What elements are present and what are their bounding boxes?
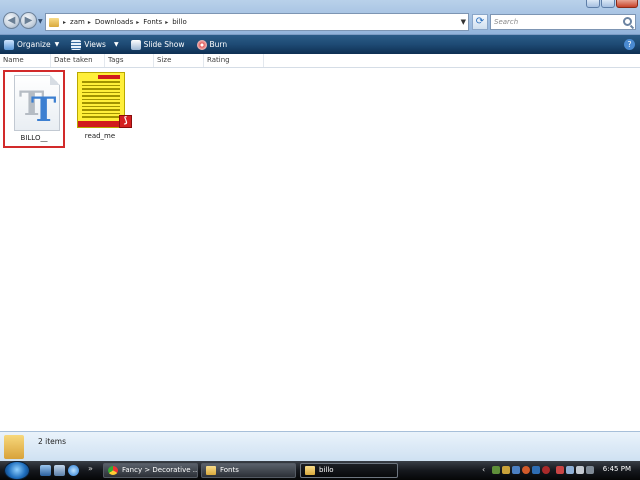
navigation-bar: ◀ ▶ ▼ ▸ zam ▸ Downloads ▸ Fonts ▸ billo … [0,0,640,35]
organize-icon [4,39,14,50]
slideshow-button[interactable]: Slide Show [130,39,185,50]
back-button[interactable]: ◀ [3,12,20,29]
taskbar-button-label: Fancy > Decorative ... [122,466,198,474]
folder-icon [4,435,24,459]
switch-windows-icon[interactable] [54,465,65,476]
chevron-right-icon[interactable]: ▸ [63,19,66,26]
acrobat-icon: ⟆ [119,115,132,128]
taskbar-button-fancy[interactable]: Fancy > Decorative ... [103,463,198,478]
column-header-size[interactable]: Size [154,54,204,67]
network-icon[interactable] [566,466,574,474]
views-label: Views [84,40,106,49]
quick-launch-expand-icon[interactable]: » [88,464,93,473]
slideshow-icon [130,39,141,50]
column-header-date-taken[interactable]: Date taken [51,54,105,67]
search-placeholder: Search [494,18,519,26]
folder-icon [206,466,216,475]
file-item-read-me[interactable]: ⟆ read_me [69,70,132,148]
internet-explorer-icon[interactable] [68,465,79,476]
tray-icon[interactable] [512,466,520,474]
tray-icon[interactable] [542,466,550,474]
organize-label: Organize [17,40,51,49]
taskbar-button-label: billo [319,466,334,474]
breadcrumb-downloads[interactable]: Downloads [95,18,133,26]
refresh-button[interactable]: ⟳ [472,14,488,30]
tray-expand-icon[interactable]: ‹ [482,465,485,474]
details-pane: 2 items [0,431,640,461]
taskbar: » Fancy > Decorative ... Fonts billo ‹ 6… [0,461,640,480]
chevron-down-icon: ▼ [54,41,60,48]
taskbar-button-billo[interactable]: billo [300,463,398,478]
start-button[interactable] [4,461,30,480]
burn-button[interactable]: Burn [196,39,228,50]
tray-icon[interactable] [492,466,500,474]
help-icon[interactable]: ? [624,39,635,50]
breadcrumb-zam[interactable]: zam [70,18,85,26]
tray-icon[interactable] [532,466,540,474]
pdf-file-icon [77,72,125,128]
close-button[interactable] [616,0,638,8]
views-button[interactable]: Views ▼ [71,39,119,50]
show-desktop-icon[interactable] [40,465,51,476]
search-icon[interactable] [623,17,632,26]
column-headers: Name Date taken Tags Size Rating [0,54,640,68]
address-dropdown-icon[interactable]: ▼ [461,18,466,26]
chevron-right-icon[interactable]: ▸ [165,19,168,26]
taskbar-button-fonts[interactable]: Fonts [201,463,296,478]
tray-icon[interactable] [586,466,594,474]
column-header-tags[interactable]: Tags [105,54,154,67]
minimize-button[interactable] [586,0,600,8]
recent-pages-dropdown-icon[interactable]: ▼ [38,18,43,25]
tray-icon[interactable] [502,466,510,474]
volume-icon[interactable] [576,466,584,474]
column-header-name[interactable]: Name [0,54,51,67]
chevron-right-icon[interactable]: ▸ [88,19,91,26]
folder-icon [49,17,59,27]
file-list[interactable]: TT BILLO__ ⟆ read_me [0,68,640,431]
clock[interactable]: 6:45 PM [603,465,631,473]
folder-icon [305,466,315,475]
burn-label: Burn [209,40,228,49]
font-file-icon: TT [14,75,60,131]
tray-icon[interactable] [556,466,564,474]
chevron-down-icon: ▼ [113,41,119,48]
chevron-right-icon[interactable]: ▸ [136,19,139,26]
file-item-billo[interactable]: TT BILLO__ [3,70,65,148]
item-count: 2 items [38,437,67,446]
file-label: read_me [84,132,116,140]
slideshow-label: Slide Show [143,40,185,49]
breadcrumb-billo[interactable]: billo [172,18,187,26]
search-input[interactable]: Search [490,14,636,30]
system-tray: ‹ 6:45 PM [480,461,640,480]
views-icon [71,39,82,50]
organize-button[interactable]: Organize ▼ [4,39,60,50]
taskbar-button-label: Fonts [220,466,239,474]
forward-button[interactable]: ▶ [20,12,37,29]
tray-icon[interactable] [522,466,530,474]
address-bar[interactable]: ▸ zam ▸ Downloads ▸ Fonts ▸ billo ▼ [45,13,469,31]
burn-icon [196,39,207,50]
maximize-button[interactable] [601,0,615,8]
command-toolbar: Organize ▼ Views ▼ Slide Show Burn ? [0,35,640,54]
column-header-rating[interactable]: Rating [204,54,264,67]
file-label: BILLO__ [20,134,48,142]
breadcrumb-fonts[interactable]: Fonts [143,18,162,26]
chrome-icon [108,466,118,475]
window-controls [586,0,638,8]
